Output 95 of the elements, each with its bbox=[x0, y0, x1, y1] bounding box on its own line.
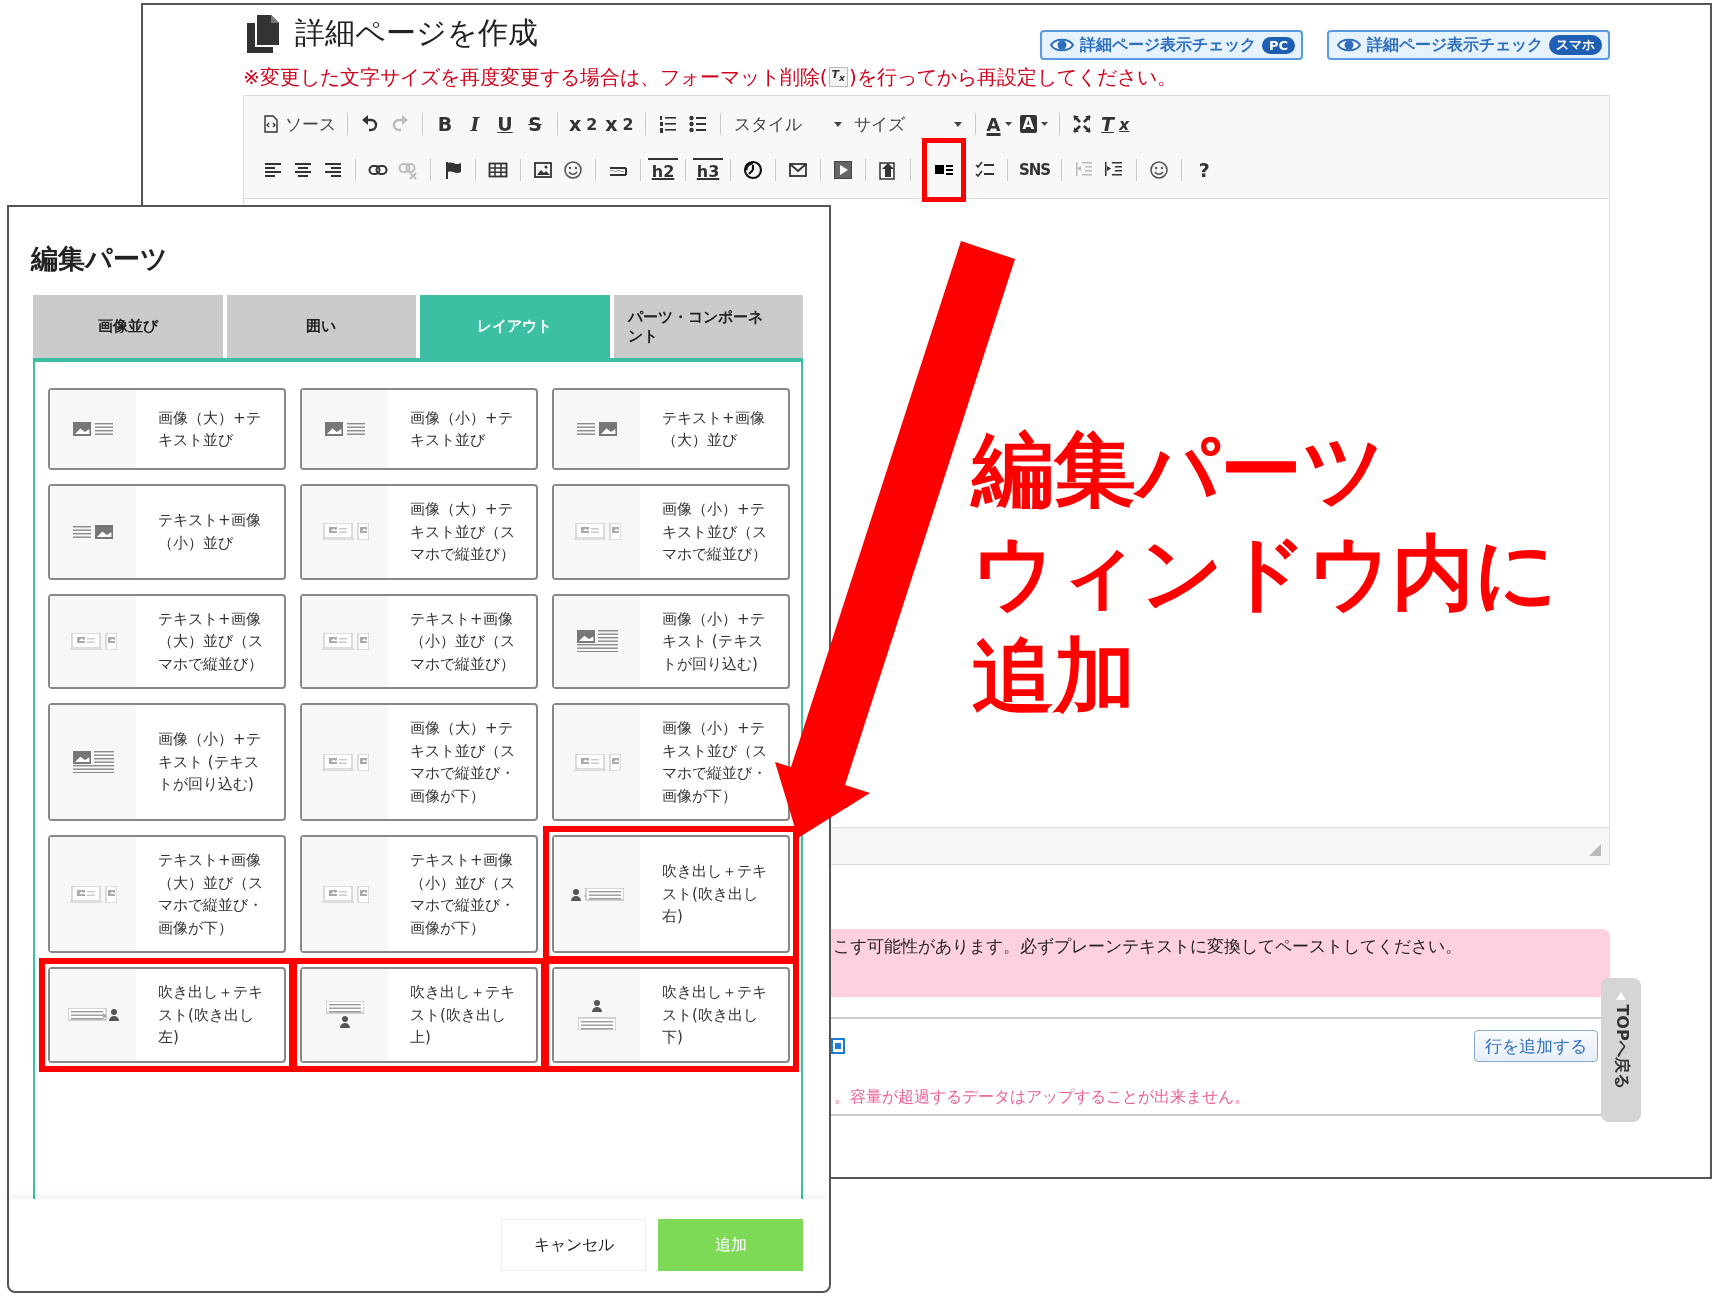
unlink-icon bbox=[398, 160, 418, 180]
align-center-icon bbox=[293, 160, 313, 180]
layout-card[interactable]: テキスト+画像（小）並び（スマホで縦並び・画像が下） bbox=[300, 835, 538, 953]
video-icon bbox=[833, 160, 853, 180]
back-to-top-button[interactable]: TOPへ戻る bbox=[1601, 978, 1641, 1122]
resize-handle-icon[interactable] bbox=[1589, 844, 1601, 856]
warning-text: こす可能性があります。必ずプレーンテキストに変換してペーストしてください。 bbox=[833, 936, 1462, 956]
add-row-button[interactable]: 行を追加する bbox=[1474, 1030, 1598, 1062]
layout-card[interactable]: 画像（小）+テキスト並び（スマホで縦並び） bbox=[552, 484, 790, 580]
format-button[interactable]: B bbox=[430, 109, 460, 139]
dropdown[interactable]: サイズ bbox=[847, 109, 968, 139]
text-color-button[interactable]: A bbox=[982, 109, 1016, 139]
preview-check-button[interactable]: 詳細ページ表示チェック スマホ bbox=[1327, 30, 1610, 60]
tab[interactable]: パーツ・コンポーネント bbox=[613, 295, 803, 358]
layout-thumbnail-icon bbox=[321, 885, 369, 903]
dropdown[interactable]: スタイル bbox=[727, 109, 848, 139]
caret-icon bbox=[953, 121, 962, 127]
eye-icon bbox=[1049, 36, 1074, 54]
format-button[interactable]: ? bbox=[1189, 155, 1220, 185]
table-icon bbox=[488, 160, 508, 180]
layout-thumbnail-icon bbox=[573, 753, 621, 771]
device-badge: PC bbox=[1261, 36, 1295, 54]
layout-thumbnail-icon bbox=[67, 1008, 119, 1022]
layout-card[interactable]: 吹き出し＋テキスト(吹き出し下) bbox=[552, 967, 790, 1063]
format-button[interactable]: SNS bbox=[1015, 155, 1055, 185]
undo-icon bbox=[360, 114, 380, 134]
redo-icon bbox=[390, 114, 410, 134]
caret-icon bbox=[1004, 122, 1012, 126]
layout-card[interactable]: 画像（小）+テキスト (テキストが回り込む) bbox=[552, 593, 790, 689]
layout-card[interactable]: 画像（大）+テキスト並び bbox=[48, 388, 286, 470]
flag-icon bbox=[443, 160, 463, 180]
eye-icon bbox=[1337, 36, 1361, 54]
layout-card[interactable]: 吹き出し＋テキスト(吹き出し左) bbox=[48, 967, 286, 1063]
layout-thumbnail-icon bbox=[325, 422, 365, 436]
tab[interactable]: 画像並び bbox=[33, 295, 223, 358]
layout-thumbnail-icon bbox=[69, 885, 117, 903]
layout-thumbnail-icon bbox=[73, 422, 113, 436]
layout-card[interactable]: 画像（小）+テキスト並び（スマホで縦並び・画像が下） bbox=[552, 703, 790, 821]
triangle-icon bbox=[1616, 992, 1626, 1000]
preview-check-button[interactable]: 詳細ページ表示チェック PC bbox=[1039, 30, 1303, 60]
source-button[interactable]: ソース bbox=[258, 109, 340, 139]
layout-card[interactable]: テキスト+画像（大）並び（スマホで縦並び・画像が下） bbox=[48, 835, 286, 953]
clock-icon bbox=[743, 160, 763, 180]
tab[interactable]: 囲い bbox=[226, 295, 416, 358]
maximize-icon bbox=[1072, 114, 1093, 134]
layout-thumbnail-icon bbox=[578, 999, 616, 1030]
device-badge: スマホ bbox=[1549, 35, 1602, 55]
smiley-icon bbox=[1149, 160, 1170, 180]
layout-card[interactable]: テキスト+画像（小）並び（スマホで縦並び） bbox=[300, 593, 538, 689]
annotation-text: 追加 bbox=[972, 627, 1136, 725]
source-icon bbox=[262, 115, 280, 133]
bullet-list-icon bbox=[687, 114, 708, 134]
smiley-icon bbox=[563, 160, 583, 180]
layout-thumbnail-icon bbox=[573, 523, 621, 541]
caret-icon bbox=[833, 121, 842, 127]
format-button[interactable]: S bbox=[520, 109, 550, 139]
format-button[interactable]: I bbox=[460, 109, 490, 139]
dialog-title: 編集パーツ bbox=[31, 242, 169, 276]
layout-thumbnail-icon bbox=[69, 632, 117, 650]
clear-format-icon: T$_{x}$ bbox=[828, 67, 848, 87]
caret-icon bbox=[1041, 122, 1049, 126]
mail-icon bbox=[788, 160, 808, 180]
layout-card[interactable]: 画像（大）+テキスト並び（スマホで縦並び） bbox=[300, 484, 538, 580]
format-button[interactable]: h2 bbox=[648, 158, 678, 182]
checklist-icon bbox=[975, 160, 995, 180]
layout-thumbnail-icon bbox=[577, 422, 617, 436]
align-left-icon bbox=[263, 160, 283, 180]
layout-thumbnail-icon bbox=[73, 524, 113, 539]
layout-card[interactable]: テキスト+画像（大）並び bbox=[552, 388, 790, 470]
notice-text: ※変更した文字サイズを再度変更する場合は、フォーマット削除( bbox=[243, 64, 828, 91]
numbered-list-icon bbox=[657, 114, 678, 134]
align-right-icon bbox=[323, 160, 343, 180]
page-title: 詳細ページを作成 bbox=[295, 14, 538, 52]
format-button[interactable]: h3 bbox=[693, 158, 723, 182]
layout-thumbnail-icon bbox=[321, 632, 369, 650]
layout-card[interactable]: 吹き出し＋テキスト(吹き出し右) bbox=[552, 835, 790, 953]
background-color-button[interactable]: A bbox=[1015, 109, 1053, 139]
cancel-button[interactable]: キャンセル bbox=[501, 1219, 646, 1271]
notice-text: )を行ってから再設定してください。 bbox=[849, 64, 1177, 91]
layout-card[interactable]: テキスト+画像（小）並び bbox=[48, 484, 286, 580]
layout-thumbnail-icon bbox=[321, 523, 369, 541]
layout-card[interactable]: テキスト+画像（大）並び（スマホで縦並び） bbox=[48, 593, 286, 689]
format-button[interactable]: U bbox=[490, 109, 520, 139]
layout-thumbnail-icon bbox=[576, 630, 618, 653]
annotation-text: ウィンドウ内に bbox=[972, 524, 1558, 622]
annotation-text: 編集パーツ bbox=[972, 421, 1386, 519]
layout-card[interactable]: 画像（大）+テキスト並び（スマホで縦並び・画像が下） bbox=[300, 703, 538, 821]
layout-thumbnail-icon bbox=[72, 750, 114, 774]
layout-card[interactable]: 吹き出し＋テキスト(吹き出し上) bbox=[300, 967, 538, 1063]
layout-card[interactable]: 画像（小）+テキスト並び bbox=[300, 388, 538, 470]
layout-thumbnail-icon bbox=[321, 753, 369, 771]
layout-thumbnail-icon bbox=[570, 887, 624, 901]
layout-card[interactable]: 画像（小）+テキスト (テキストが回り込む) bbox=[48, 703, 286, 821]
layout-thumbnail-icon bbox=[326, 1001, 364, 1029]
upload-icon bbox=[878, 160, 898, 180]
